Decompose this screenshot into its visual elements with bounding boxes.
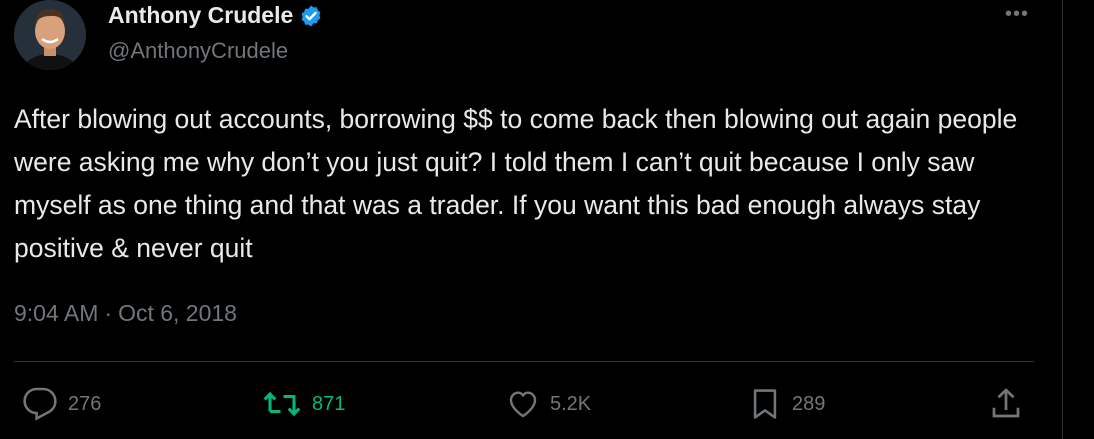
retweet-count: 871 bbox=[312, 392, 346, 415]
tweet-text: After blowing out accounts, borrowing $$… bbox=[14, 104, 1018, 263]
like-count: 5.2K bbox=[550, 392, 592, 415]
reply-count: 276 bbox=[68, 392, 102, 415]
reply-icon bbox=[22, 386, 58, 422]
bookmark-count: 289 bbox=[792, 392, 826, 415]
heart-icon bbox=[506, 387, 540, 421]
avatar[interactable] bbox=[14, 0, 86, 70]
tweet-date[interactable]: Oct 6, 2018 bbox=[118, 300, 237, 327]
author-handle[interactable]: @AnthonyCrudele bbox=[108, 38, 288, 64]
timestamp-separator: · bbox=[104, 300, 113, 326]
reply-button[interactable]: 276 bbox=[22, 386, 101, 422]
bookmark-icon bbox=[748, 386, 782, 422]
column-border bbox=[1062, 0, 1063, 439]
tweet-card: Anthony Crudele @AnthonyCrudele ••• Afte… bbox=[0, 0, 1094, 439]
share-button[interactable] bbox=[988, 386, 1024, 422]
tweet-timestamp[interactable]: 9:04 AM · Oct 6, 2018 bbox=[14, 300, 237, 327]
share-icon bbox=[988, 386, 1024, 422]
author-display-name[interactable]: Anthony Crudele bbox=[108, 2, 293, 29]
retweet-button[interactable]: 871 bbox=[262, 386, 345, 422]
tweet-time[interactable]: 9:04 AM bbox=[14, 300, 98, 327]
more-options-icon[interactable]: ••• bbox=[1002, 2, 1032, 26]
divider bbox=[14, 361, 1034, 362]
retweet-icon bbox=[262, 386, 302, 422]
like-button[interactable]: 5.2K bbox=[506, 386, 591, 422]
verified-badge-icon bbox=[299, 4, 323, 28]
author-name[interactable]: Anthony Crudele bbox=[108, 2, 323, 29]
bookmark-button[interactable]: 289 bbox=[748, 386, 825, 422]
